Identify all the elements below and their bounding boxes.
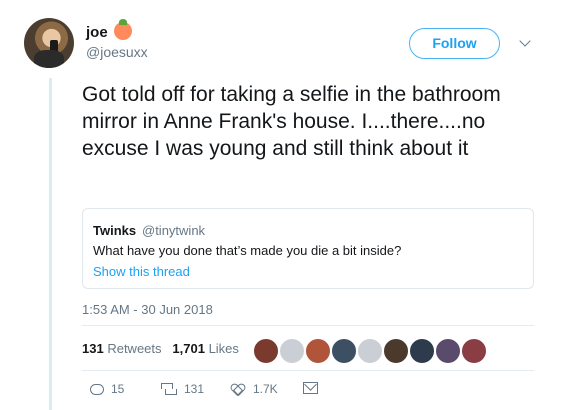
liker-avatar[interactable]: [383, 338, 409, 364]
liker-avatar[interactable]: [253, 338, 279, 364]
heart-icon: [230, 382, 246, 396]
retweets-label: Retweets: [107, 341, 162, 356]
retweets-stat[interactable]: 131 Retweets: [82, 341, 165, 356]
like-button[interactable]: 1.7K: [230, 382, 278, 396]
peach-emoji-icon: [114, 19, 132, 40]
author-name[interactable]: joe: [86, 24, 108, 41]
thread-line: [49, 78, 52, 410]
follow-button[interactable]: Follow: [409, 28, 500, 59]
chevron-down-icon[interactable]: [519, 35, 531, 47]
likes-label: Likes: [208, 341, 239, 356]
liker-avatar[interactable]: [461, 338, 487, 364]
quoted-author-name: Twinks: [93, 223, 137, 238]
reply-icon: [90, 383, 104, 395]
liker-avatar[interactable]: [331, 338, 357, 364]
like-count: 1.7K: [253, 382, 278, 396]
direct-message-button[interactable]: [303, 382, 318, 394]
stats-bottom-divider: [82, 370, 534, 371]
likes-count: 1,701: [172, 341, 205, 356]
liker-avatar[interactable]: [305, 338, 331, 364]
retweets-count: 131: [82, 341, 104, 356]
engagement-stats: 131 Retweets 1,701 Likes: [82, 341, 239, 356]
shirt-shape: [34, 50, 64, 68]
tweet-timestamp[interactable]: 1:53 AM - 30 Jun 2018: [82, 302, 213, 317]
liker-avatar[interactable]: [357, 338, 383, 364]
liker-avatar[interactable]: [409, 338, 435, 364]
quoted-tweet[interactable]: Twinks @tinytwink What have you done tha…: [82, 208, 534, 289]
retweet-count: 131: [184, 382, 205, 396]
tweet-text: Got told off for taking a selfie in the …: [82, 83, 501, 160]
reply-button[interactable]: 15: [90, 382, 124, 396]
quoted-tweet-text: What have you done that’s made you die a…: [93, 243, 402, 258]
reply-count: 15: [111, 382, 125, 396]
retweet-button[interactable]: 131: [161, 382, 204, 396]
envelope-icon: [303, 382, 318, 394]
show-thread-link[interactable]: Show this thread: [93, 264, 190, 279]
likes-stat[interactable]: 1,701 Likes: [172, 341, 239, 356]
stats-top-divider: [82, 325, 534, 326]
retweet-icon: [161, 382, 177, 396]
author-avatar[interactable]: [24, 18, 74, 68]
author-handle[interactable]: @joesuxx: [86, 44, 148, 60]
liker-avatar[interactable]: [435, 338, 461, 364]
quoted-author-handle: @tinytwink: [142, 223, 206, 238]
liker-avatar[interactable]: [279, 338, 305, 364]
